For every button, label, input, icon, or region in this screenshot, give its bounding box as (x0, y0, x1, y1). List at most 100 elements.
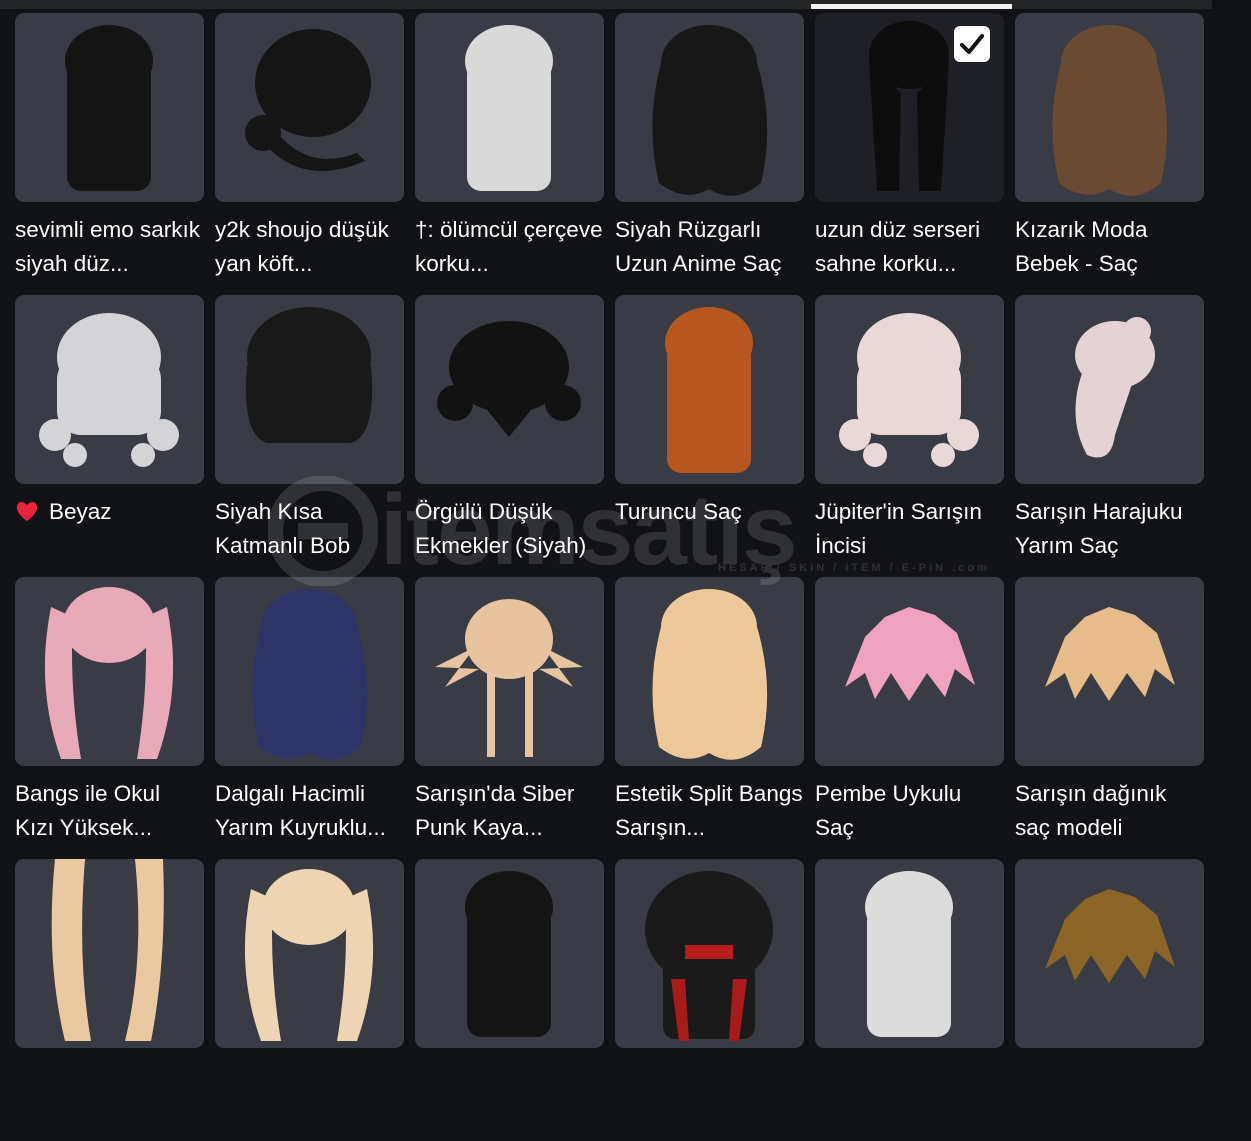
active-tab-indicator (811, 4, 1012, 9)
hair-item-card[interactable] (415, 859, 604, 1141)
hair-thumbnail[interactable] (15, 859, 204, 1048)
blonde-messy-hair-icon (1045, 607, 1175, 701)
hair-item-card[interactable] (615, 859, 804, 1141)
hair-thumbnail[interactable] (215, 859, 404, 1048)
brown-wavy-hair-icon (1052, 25, 1168, 196)
hair-thumbnail[interactable] (615, 859, 804, 1048)
hair-thumbnail[interactable] (615, 295, 804, 484)
hair-item-card[interactable] (1015, 859, 1204, 1141)
hair-thumbnail[interactable] (1015, 13, 1204, 202)
hair-thumbnail[interactable] (415, 13, 604, 202)
hair-item-name: Pembe Uykulu Saç (815, 781, 962, 840)
blonde-spiky-hair-icon (435, 599, 583, 757)
pearl-half-up-hair-icon (1075, 317, 1155, 458)
hair-thumbnail[interactable] (15, 13, 204, 202)
hair-item-card[interactable]: Sarışın dağınık saç modeli (1015, 577, 1204, 859)
hair-thumbnail[interactable] (615, 577, 804, 766)
white-curly-hair-icon (39, 313, 179, 467)
hair-item-name (1015, 1059, 1204, 1127)
hair-item-card[interactable] (215, 859, 404, 1141)
hair-item-name: Bangs ile Okul Kızı Yüksek... (15, 781, 161, 840)
selected-checkmark-icon[interactable] (954, 26, 990, 62)
orange-long-hair-icon (665, 307, 753, 473)
hair-item-card[interactable]: Turuncu Saç (615, 295, 804, 577)
hair-item-name: sevimli emo sarkık siyah düz... (15, 217, 201, 276)
hair-item-card[interactable] (15, 859, 204, 1141)
hair-thumbnail[interactable] (1015, 577, 1204, 766)
hair-thumbnail[interactable] (15, 295, 204, 484)
hair-item-name: Sarışın dağınık saç modeli (1015, 781, 1167, 840)
hair-item-name: †: ölümcül çerçeve korku... (415, 217, 603, 276)
hair-item-name (415, 1059, 604, 1127)
hair-item-card[interactable]: Dalgalı Hacimli Yarım Kuyruklu... (215, 577, 404, 859)
black-space-buns-hair-icon (465, 871, 553, 1037)
hair-thumbnail[interactable] (215, 295, 404, 484)
pearl-curly-hair-icon (839, 313, 979, 467)
hair-thumbnail[interactable] (215, 577, 404, 766)
hair-thumbnail[interactable] (215, 13, 404, 202)
brown-short-hair-icon (1045, 889, 1175, 983)
hair-item-name (215, 1059, 404, 1127)
white-straight-hair-icon (865, 871, 953, 1037)
hair-item-name: Kızarık Moda Bebek - Saç (1015, 217, 1148, 276)
black-braided-buns-hair-icon (437, 321, 581, 437)
hair-item-name: Dalgalı Hacimli Yarım Kuyruklu... (215, 781, 386, 840)
blonde-wavy-hair-icon (652, 589, 768, 760)
hair-item-name (815, 1059, 1004, 1127)
hair-item-card[interactable]: Estetik Split Bangs Sarışın... (615, 577, 804, 859)
navy-wavy-hair-icon (252, 589, 368, 760)
hair-item-card[interactable]: Sarışın Harajuku Yarım Saç (1015, 295, 1204, 577)
hair-item-name: Estetik Split Bangs Sarışın... (615, 781, 803, 840)
hair-item-name: Örgülü Düşük Ekmekler (Siyah) (415, 499, 587, 558)
hair-item-name: Turuncu Saç (615, 499, 742, 524)
hair-item-card[interactable]: †: ölümcül çerçeve korku... (415, 13, 604, 295)
blonde-bubble-braids-hair-icon (244, 869, 374, 1041)
hair-item-card[interactable]: Siyah Kısa Katmanlı Bob (215, 295, 404, 577)
hair-thumbnail[interactable] (615, 13, 804, 202)
hair-thumbnail[interactable] (815, 577, 1004, 766)
hair-item-name: Sarışın Harajuku Yarım Saç (1015, 499, 1183, 558)
hair-item-name (615, 1059, 804, 1127)
hair-item-card[interactable]: sevimli emo sarkık siyah düz... (15, 13, 204, 295)
hair-item-card[interactable]: Kızarık Moda Bebek - Saç (1015, 13, 1204, 295)
hair-item-name: Sarışın'da Siber Punk Kaya... (415, 781, 575, 840)
white-long-hair-icon (465, 25, 553, 191)
black-long-straight-hair-icon (65, 25, 153, 191)
hair-thumbnail[interactable] (1015, 859, 1204, 1048)
hair-thumbnail[interactable] (415, 295, 604, 484)
hair-thumbnail[interactable] (815, 859, 1004, 1048)
black-red-hood-hair-icon (645, 871, 773, 1041)
hair-item-card[interactable] (815, 859, 1004, 1141)
hair-thumbnail[interactable] (415, 859, 604, 1048)
pink-messy-short-hair-icon (845, 607, 975, 701)
hair-item-card[interactable]: Sarışın'da Siber Punk Kaya... (415, 577, 604, 859)
black-windswept-long-hair-icon (652, 25, 768, 196)
hair-item-name: Jüpiter'in Sarışın İncisi (815, 499, 982, 558)
black-side-bun-hair-icon (245, 29, 371, 171)
hair-item-name: Siyah Kısa Katmanlı Bob (215, 499, 351, 558)
pink-pigtails-hair-icon (44, 587, 174, 759)
hair-item-name: Siyah Rüzgarlı Uzun Anime Saç (615, 217, 782, 276)
hair-thumbnail[interactable] (815, 13, 1004, 202)
hair-item-name: Beyaz (15, 495, 204, 563)
hair-thumbnail[interactable] (415, 577, 604, 766)
hair-thumbnail[interactable] (15, 577, 204, 766)
hair-item-card[interactable]: uzun düz serseri sahne korku... (815, 13, 1004, 295)
hair-thumbnail[interactable] (1015, 295, 1204, 484)
hair-item-name (15, 1059, 204, 1127)
hair-item-card[interactable]: Örgülü Düşük Ekmekler (Siyah) (415, 295, 604, 577)
blonde-twin-tails-hair-icon (51, 859, 164, 1041)
black-layered-bob-hair-icon (245, 307, 373, 443)
hair-item-card[interactable]: Beyaz (15, 295, 204, 577)
tab-strip (0, 0, 1212, 9)
hair-item-card[interactable]: Jüpiter'in Sarışın İncisi (815, 295, 1004, 577)
heart-icon (15, 498, 39, 521)
hair-item-name: uzun düz serseri sahne korku... (815, 217, 981, 276)
hair-item-card[interactable]: Siyah Rüzgarlı Uzun Anime Saç (615, 13, 804, 295)
hair-item-card[interactable]: Bangs ile Okul Kızı Yüksek... (15, 577, 204, 859)
hair-item-card[interactable]: y2k shoujo düşük yan köft... (215, 13, 404, 295)
hair-item-name: y2k shoujo düşük yan köft... (215, 217, 389, 276)
hair-item-grid: sevimli emo sarkık siyah düz... y2k shouj… (15, 13, 1204, 1141)
hair-item-card[interactable]: Pembe Uykulu Saç (815, 577, 1004, 859)
hair-thumbnail[interactable] (815, 295, 1004, 484)
